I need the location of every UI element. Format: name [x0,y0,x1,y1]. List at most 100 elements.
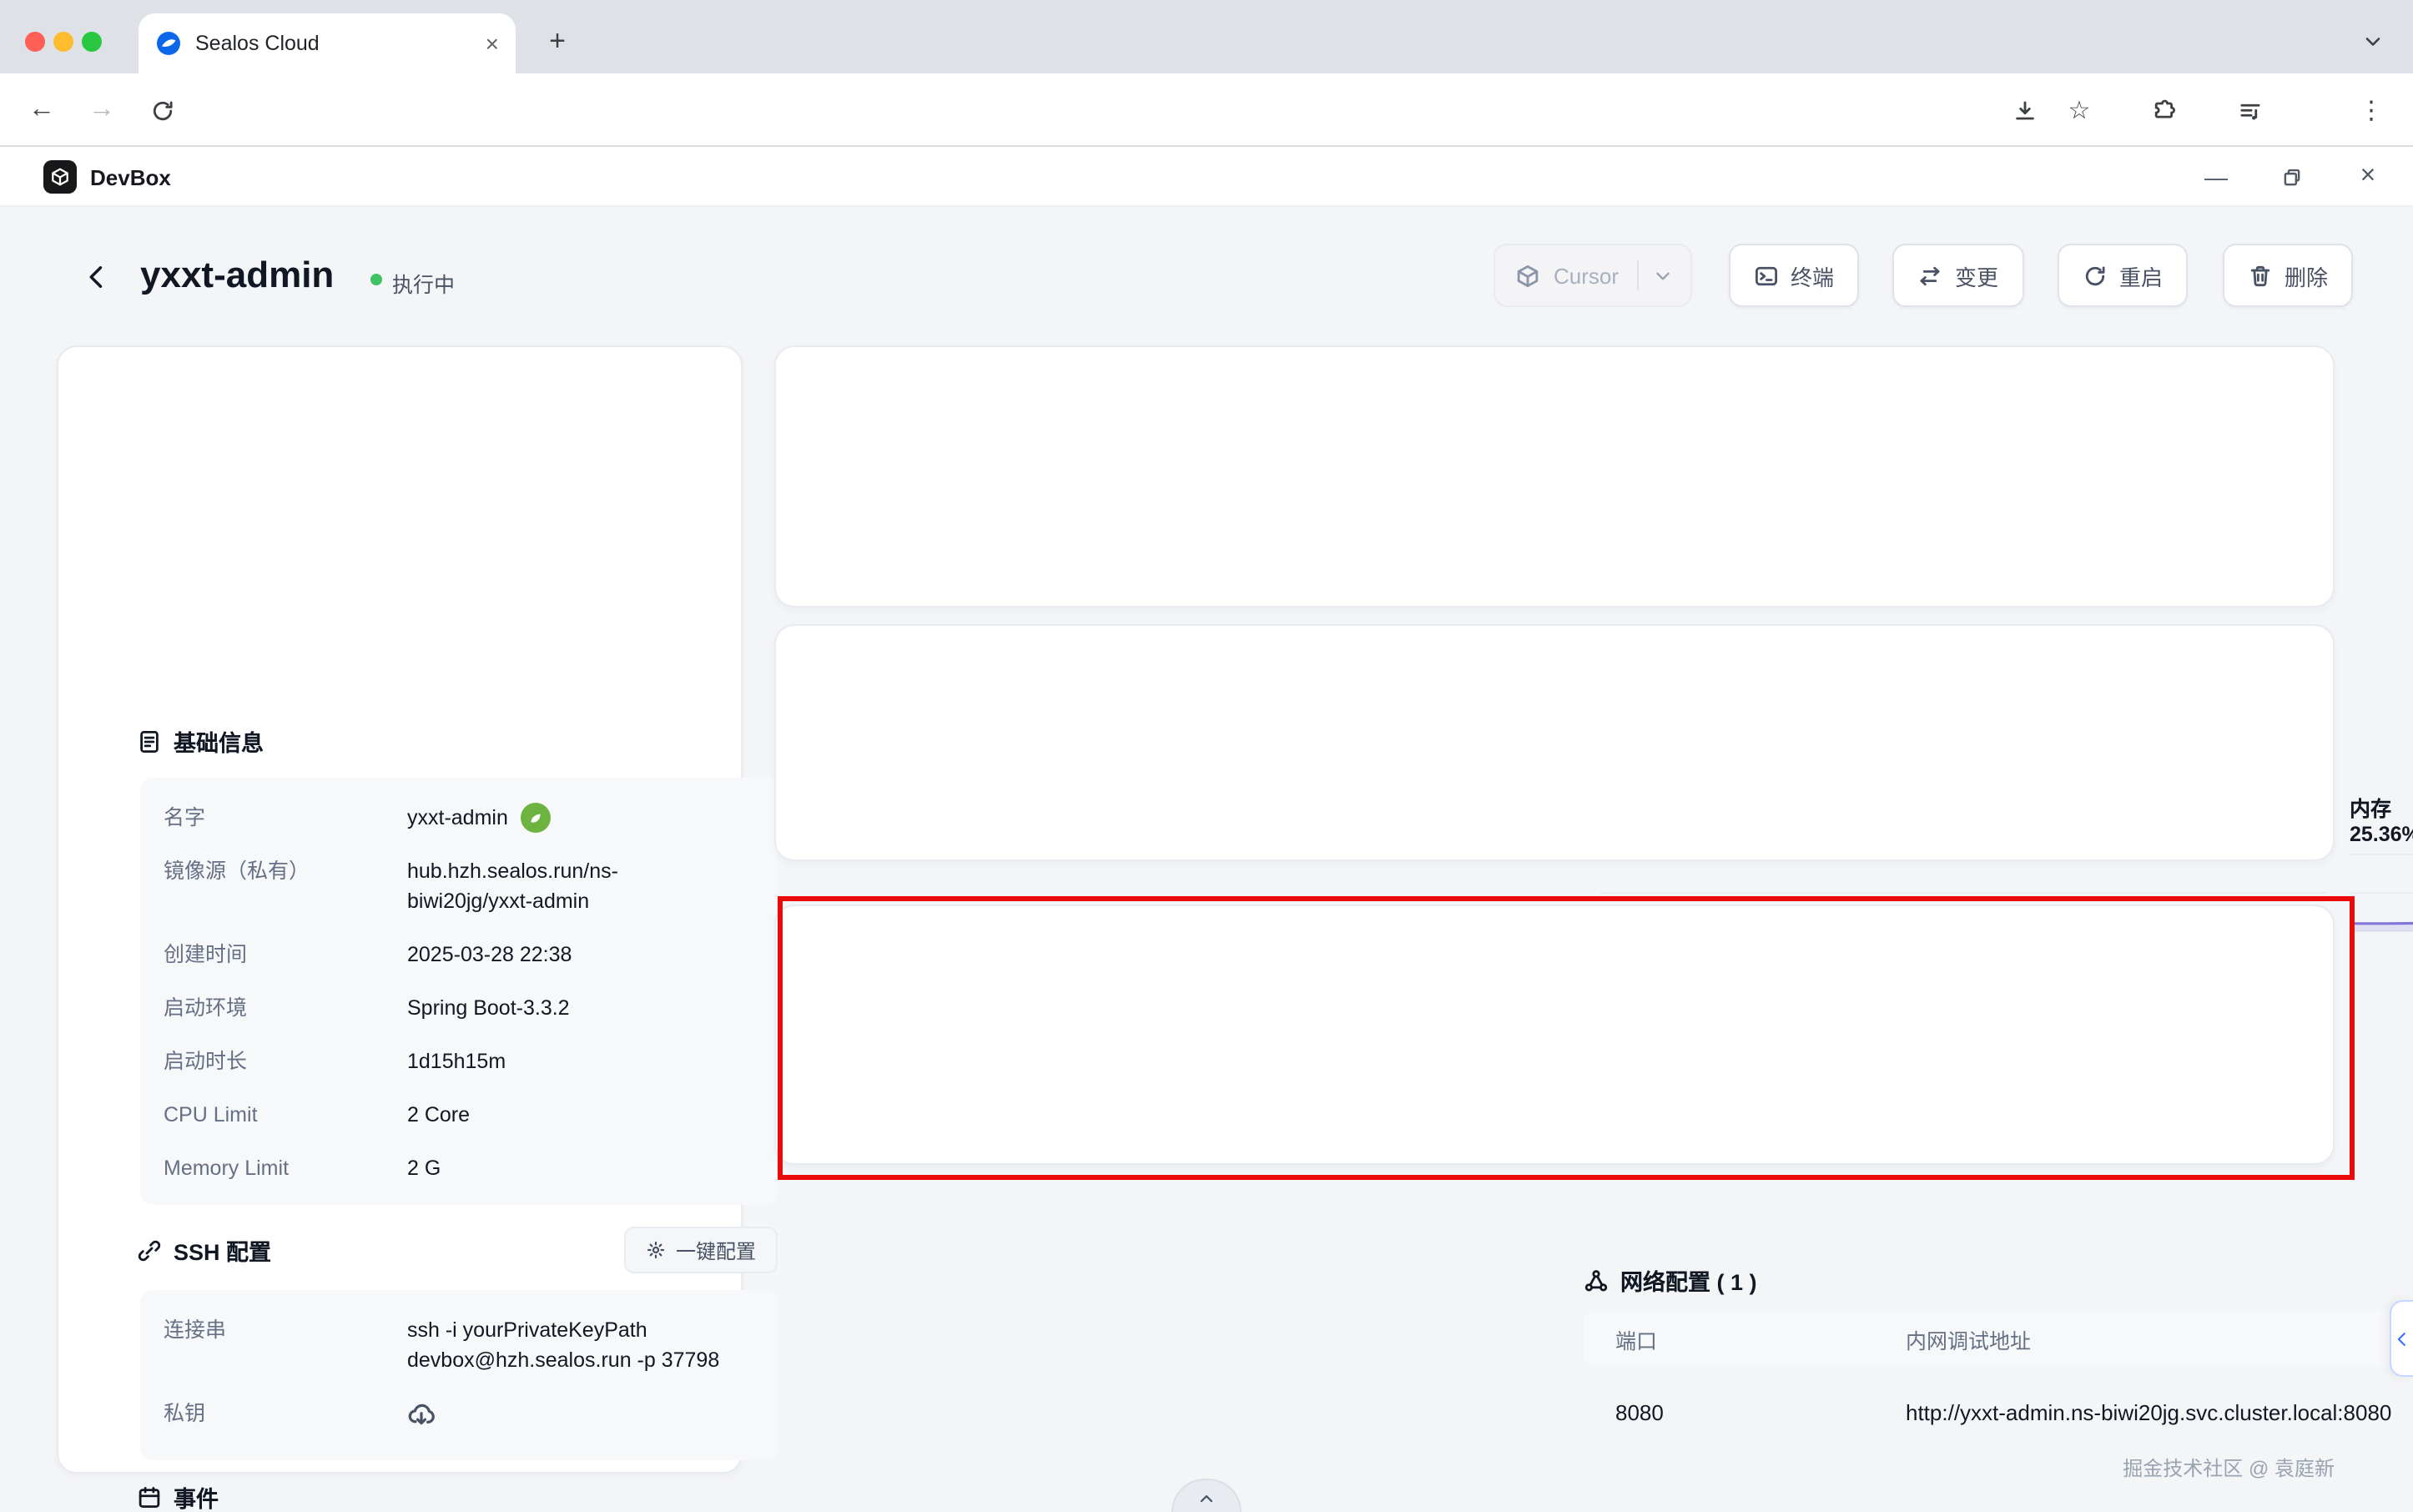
tab-title: Sealos Cloud [195,32,472,55]
ssh-row-connection: 连接串 ssh -i yourPrivateKeyPath devbox@hzh… [164,1303,754,1387]
divider [1637,260,1639,290]
page-title: yxxt-admin [140,254,334,297]
calendar-icon [137,1484,162,1509]
image-source-line1: hub.hzh.sealos.run/ns- [407,856,618,886]
back-icon[interactable]: ← [20,88,63,132]
macos-zoom-button[interactable] [82,32,102,52]
tab-search-chevron-icon[interactable] [2353,22,2393,62]
uptime-value: 1d15h15m [407,1046,506,1076]
cursor-cube-icon [1515,263,1540,288]
side-panel-collapse-handle[interactable] [2390,1300,2413,1377]
restart-button[interactable]: 重启 [2058,244,2188,307]
events-header: 事件 [137,1480,219,1512]
chevron-down-icon[interactable] [1652,265,1674,286]
media-controls-icon[interactable] [2228,88,2271,132]
network-card: 网络配置 ( 1 ) 端口 内网调试地址 公网调试地址 8080 http://… [774,624,2335,861]
version-history-card: 版本历史 发布版本 版本号 状态 创建时间 版本描述 操作 v1.0.0 发版成… [774,905,2335,1165]
ssh-title: SSH 配置 [174,1233,271,1267]
ssh-row-private-key: 私钥 [164,1387,754,1440]
devbox-window-titlebar: DevBox — × [0,147,2413,207]
change-button-label: 变更 [1955,260,1998,291]
back-chevron-button[interactable] [77,257,117,297]
terminal-button-label: 终端 [1791,260,1834,291]
bookmark-star-icon[interactable]: ☆ [2058,88,2101,132]
memory-limit-value: 2 G [407,1153,441,1183]
private-key-label: 私钥 [164,1399,407,1429]
ssh-config-button[interactable]: 一键配置 [624,1227,778,1273]
reload-icon[interactable] [140,88,184,132]
gear-icon [646,1240,666,1260]
restart-button-label: 重启 [2119,260,2163,291]
info-row-memory-limit: Memory Limit 2 G [164,1142,754,1195]
devbox-logo-icon [43,160,77,194]
private-key-download-icon[interactable] [407,1399,436,1428]
memory-limit-label: Memory Limit [164,1153,407,1183]
memory-chart [2350,831,2413,935]
connection-line2: devbox@hzh.sealos.run -p 37798 [407,1345,719,1375]
created-value: 2025-03-28 22:38 [407,940,572,970]
ssh-box: 连接串 ssh -i yourPrivateKeyPath devbox@hzh… [140,1290,778,1460]
window-close-icon[interactable]: × [2348,157,2388,197]
new-tab-button[interactable]: + [537,22,577,62]
watermark: 掘金技术社区 @ 袁庭新 [1919,1454,2335,1482]
browser-menu-kebab-icon[interactable]: ⋮ [2350,88,2393,132]
change-button[interactable]: 变更 [1892,244,2024,307]
col-internal-address: 内网调试地址 [1906,1323,2413,1354]
macos-close-button[interactable] [25,32,45,52]
trash-icon [2248,263,2273,288]
connection-label: 连接串 [164,1315,407,1345]
terminal-button[interactable]: 终端 [1729,244,1859,307]
info-row-name: 名字 yxxt-admin [164,791,754,844]
info-row-image: 镜像源（私有） hub.hzh.sealos.run/ns- biwi20jg/… [164,844,754,928]
window-restore-icon[interactable] [2271,157,2311,197]
terminal-icon [1754,263,1779,288]
ide-selector-label: Cursor [1554,263,1624,288]
name-label: 名字 [164,803,407,833]
delete-button-label: 删除 [2285,260,2328,291]
network-title: 网络配置 ( 1 ) [1620,1263,1757,1297]
status-badge: 执行中 [392,267,455,299]
network-table-row: 8080 http://yxxt-admin.ns-biwi20jg.svc.c… [1584,1367,2413,1457]
status-dot [370,274,382,285]
restart-icon [2083,263,2108,288]
col-port: 端口 [1615,1323,1906,1354]
macos-minimize-button[interactable] [53,32,73,52]
basic-info-header: 基础信息 [137,724,264,758]
ide-selector-button[interactable]: Cursor [1494,244,1692,307]
info-row-uptime: 启动时长 1d15h15m [164,1035,754,1088]
browser-toolbar: ← → hzh.sealos.run/?s=bd-sealos-marketin… [0,73,2413,147]
port-cell: 8080 [1615,1399,1906,1424]
network-header: 网络配置 ( 1 ) [1584,1263,1757,1297]
cpu-limit-label: CPU Limit [164,1100,407,1130]
internal-address-cell[interactable]: http://yxxt-admin.ns-biwi20jg.svc.cluste… [1906,1399,2413,1424]
browser-tab-strip: Sealos Cloud × + [0,0,2413,73]
spring-boot-icon [521,803,552,833]
window-minimize-icon[interactable]: — [2196,157,2236,197]
uptime-label: 启动时长 [164,1046,407,1076]
network-nodes-icon [1584,1268,1609,1293]
screen: Sealos Cloud × + ← → hzh.sealos.run/?s=b… [0,0,2413,1512]
extensions-puzzle-icon[interactable] [2141,88,2184,132]
events-title: 事件 [174,1480,219,1512]
info-row-cpu-limit: CPU Limit 2 Core [164,1088,754,1142]
swap-arrows-icon [1918,263,1943,288]
env-label: 启动环境 [164,993,407,1023]
network-table-header: 端口 内网调试地址 公网调试地址 [1584,1310,2413,1367]
ssh-header: SSH 配置 [137,1233,271,1267]
delete-button[interactable]: 删除 [2223,244,2353,307]
info-row-env: 启动环境 Spring Boot-3.3.2 [164,981,754,1035]
basic-info-title: 基础信息 [174,724,264,758]
browser-tab[interactable]: Sealos Cloud × [139,13,516,73]
download-icon[interactable] [2002,88,2046,132]
tab-close-icon[interactable]: × [486,30,499,57]
sealos-favicon [155,30,182,57]
monitoring-card: 实时监控 (更新时间 14:22) CPU 0.10% 内存25.36% [774,345,2335,607]
env-value: Spring Boot-3.3.2 [407,993,570,1023]
cpu-limit-value: 2 Core [407,1100,470,1130]
created-label: 创建时间 [164,940,407,970]
ssh-config-button-label: 一键配置 [676,1236,756,1264]
image-source-line2: biwi20jg/yxxt-admin [407,886,618,916]
window-title: DevBox [90,165,171,190]
image-source-label: 镜像源（私有） [164,856,407,886]
basic-info-card: 基础信息 名字 yxxt-admin 镜像源（私有） hub.hzh.sealo… [57,345,743,1474]
